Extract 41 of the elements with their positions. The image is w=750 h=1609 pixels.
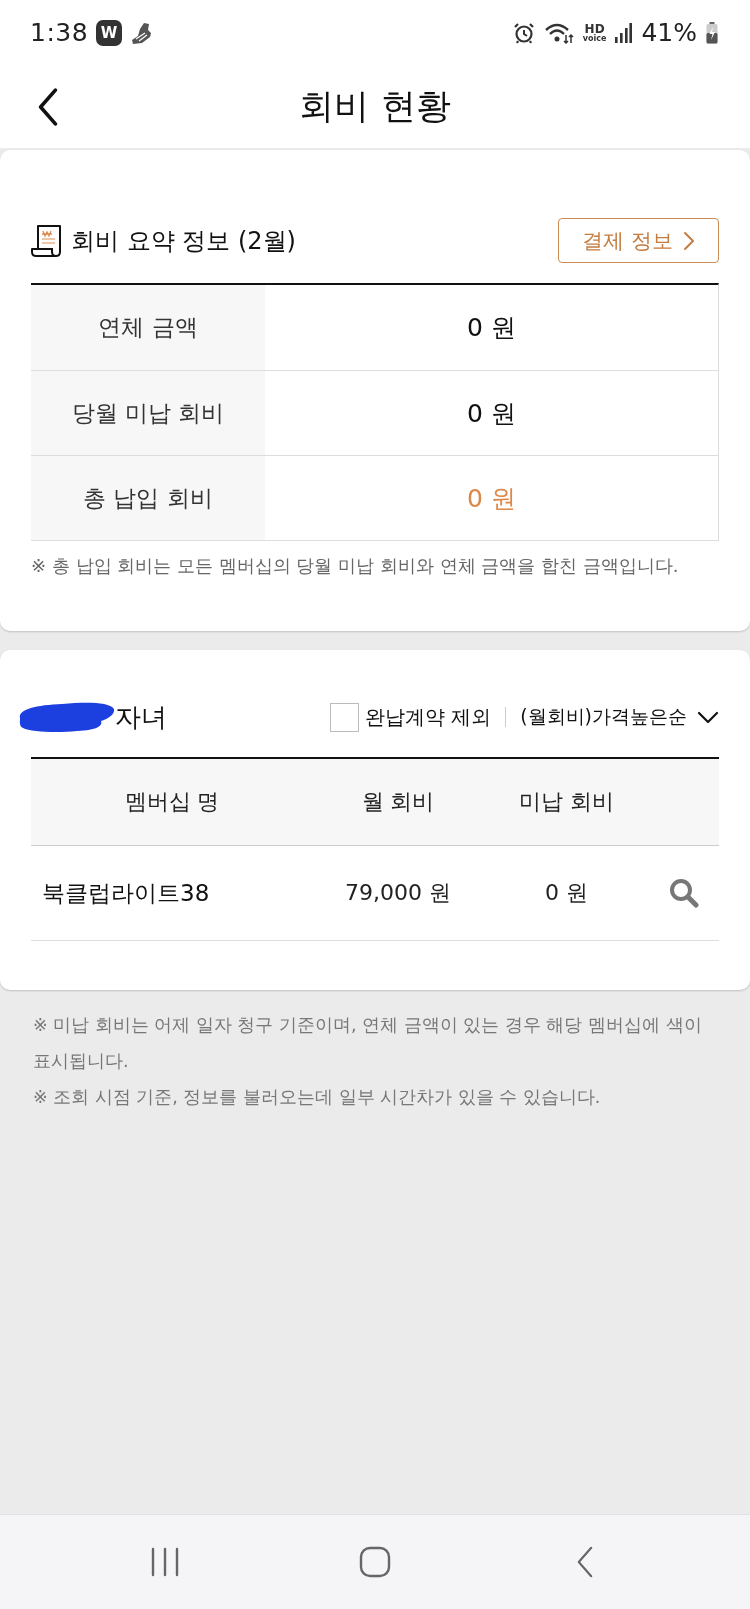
summary-title: 회비 요약 정보 (2월) [71, 225, 296, 257]
chevron-down-icon [697, 710, 719, 724]
summary-note: ※ 총 납입 회비는 모든 멤버십의 당월 미납 회비와 연체 금액을 합친 금액입니다. [31, 554, 680, 578]
amount-value: 0 원 [466, 397, 517, 430]
wifi-icon [543, 21, 574, 44]
app-badge: W [96, 19, 123, 46]
alarm-icon [512, 21, 535, 44]
unpaid-fee: 0 원 [544, 879, 589, 907]
checkbox[interactable] [329, 702, 359, 732]
page-title: 회비 현황 [298, 85, 452, 128]
status-time: 1:38 [30, 18, 89, 47]
signal-icon [615, 22, 633, 43]
chevron-right-icon [682, 230, 695, 251]
column-header: 월 회비 [360, 788, 436, 816]
recent-apps-icon [150, 1547, 180, 1577]
shoe-icon [130, 20, 153, 45]
column-header: 미납 회비 [518, 788, 615, 816]
back-nav-icon [576, 1546, 594, 1578]
info-note: ※ 미납 회비는 어제 일자 청구 기준이며, 연체 금액이 있는 경우 해당 멤버십에 색이 표시됩니다. [33, 1014, 703, 1073]
row-label: 총 납입 회비 [31, 456, 265, 540]
info-note: ※ 조회 시점 기준, 정보를 불러오는데 일부 시간차가 있을 수 있습니다. [33, 1086, 602, 1109]
back-icon [37, 87, 59, 126]
search-icon[interactable] [669, 878, 699, 908]
hd-voice-indicator: HD voice [582, 22, 607, 43]
battery-icon [706, 21, 718, 44]
battery-percent: 41% [641, 18, 697, 47]
column-header: 멤버십 명 [123, 788, 221, 816]
amount-value: 0 원 [466, 482, 517, 515]
amount-value: 0 원 [466, 312, 517, 344]
row-label: 연체 금액 [31, 285, 265, 370]
home-button[interactable] [359, 1546, 391, 1578]
home-icon [359, 1546, 391, 1578]
back-nav-button[interactable] [576, 1546, 594, 1578]
row-label: 당월 미납 회비 [31, 371, 265, 455]
membership-name: 북클럽라이트38 [41, 878, 211, 908]
checkbox-label: 완납계약 제외 [364, 703, 492, 731]
group-label: 자녀 [115, 700, 167, 734]
sort-dropdown[interactable]: (월회비)가격높은순 [520, 704, 719, 730]
receipt-icon [31, 223, 63, 258]
monthly-fee: 79,000 원 [344, 879, 452, 907]
recent-apps-button[interactable] [150, 1547, 180, 1577]
